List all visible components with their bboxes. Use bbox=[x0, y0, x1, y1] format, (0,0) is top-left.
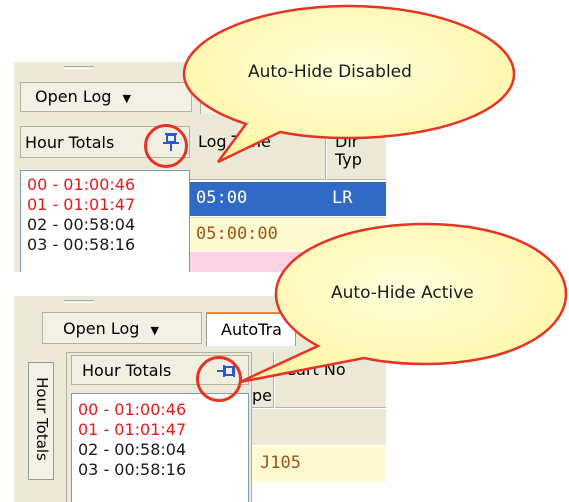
callout-active-text: Auto-Hide Active bbox=[331, 283, 474, 303]
callout-disabled-shape bbox=[182, 4, 516, 164]
callout-disabled-text: Auto-Hide Disabled bbox=[248, 62, 412, 82]
highlight-circle-unpin bbox=[196, 356, 242, 402]
highlight-circle-pin bbox=[144, 124, 188, 168]
callout-active-shape bbox=[239, 222, 568, 384]
